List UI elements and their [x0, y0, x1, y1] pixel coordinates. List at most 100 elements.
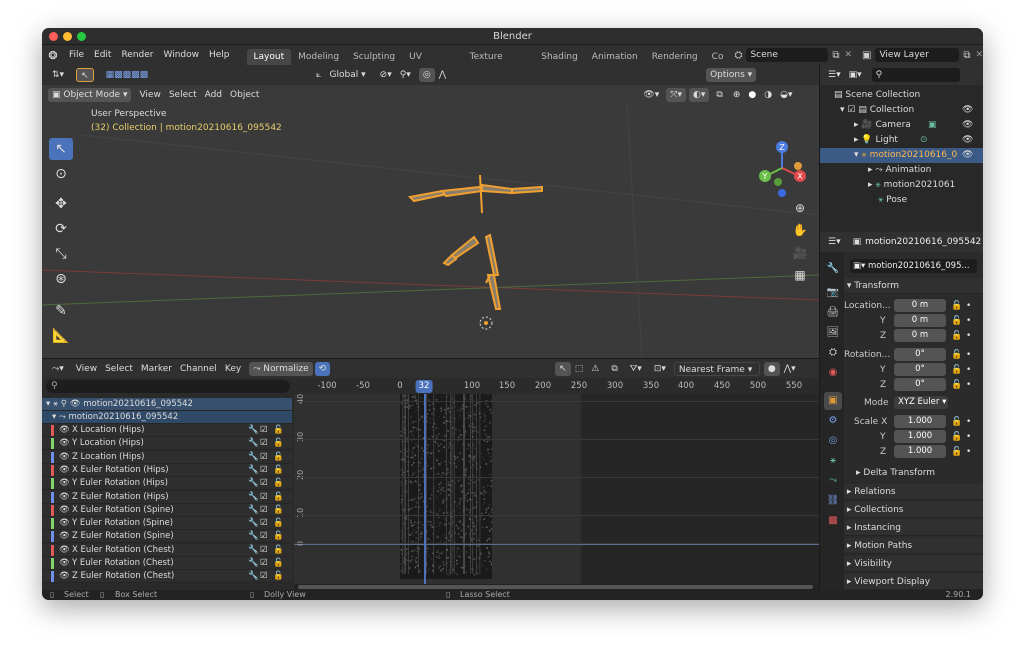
- lock-icon[interactable]: 🔓: [951, 378, 962, 392]
- lock-icon[interactable]: 🔓: [273, 504, 284, 517]
- mute-checkbox-icon[interactable]: ☑: [260, 504, 268, 517]
- orientation-icon[interactable]: ⟀: [312, 68, 325, 82]
- rotation-mode-dropdown[interactable]: XYZ Euler ▾: [894, 396, 948, 409]
- modifier-icon[interactable]: 🔧: [248, 544, 259, 557]
- outliner-item-collection[interactable]: ▾ ☑ ▤ Collection 👁: [820, 103, 983, 118]
- tool-cursor[interactable]: ⊙: [49, 163, 73, 185]
- only-selected-icon[interactable]: ↖: [555, 361, 571, 376]
- lock-icon[interactable]: 🔓: [273, 491, 284, 504]
- lock-icon[interactable]: 🔓: [951, 314, 962, 328]
- outliner-type-icon[interactable]: ☰▾: [824, 68, 845, 82]
- view-layer-icon[interactable]: ▣: [862, 50, 871, 61]
- lock-icon[interactable]: 🔓: [273, 544, 284, 557]
- tab-shading[interactable]: Shading: [534, 49, 585, 65]
- channel-row[interactable]: 👁 Z Euler Rotation (Hips) 🔧 ☑ 🔓: [42, 490, 292, 504]
- visibility-icon[interactable]: 👁▾: [639, 88, 663, 102]
- lock-icon[interactable]: 🔓: [273, 477, 284, 490]
- view-layer-tab-icon[interactable]: 🖼: [824, 324, 842, 342]
- tab-layout[interactable]: Layout: [246, 49, 292, 65]
- texture-tab-icon[interactable]: ▩: [824, 512, 842, 530]
- remove-view-layer-icon[interactable]: ✕: [975, 50, 983, 60]
- lock-icon[interactable]: 🔓: [273, 464, 284, 477]
- eye-icon[interactable]: 👁: [59, 570, 70, 583]
- show-hidden-icon[interactable]: ⬚: [571, 362, 588, 376]
- eye-icon[interactable]: 👁: [59, 530, 70, 543]
- auto-normalize-icon[interactable]: ⟲: [314, 361, 331, 376]
- eye-icon[interactable]: 👁: [962, 148, 973, 163]
- tool-annotate[interactable]: ✎: [49, 300, 73, 322]
- tool-transform[interactable]: ⊛: [49, 268, 73, 290]
- lock-icon[interactable]: 🔓: [273, 451, 284, 464]
- shading-solid-icon[interactable]: ●: [744, 88, 760, 102]
- outliner-item-armature[interactable]: ▾ ⚹ motion20210616_0 👁: [820, 148, 983, 163]
- modifier-icon[interactable]: 🔧: [248, 504, 259, 517]
- mute-checkbox-icon[interactable]: ☑: [260, 437, 268, 450]
- eye-icon[interactable]: 👁: [59, 544, 70, 557]
- proportional-edit-icon[interactable]: ◎: [418, 68, 435, 82]
- mute-checkbox-icon[interactable]: ☑: [260, 517, 268, 530]
- snap-mode-dropdown[interactable]: Nearest Frame ▾: [673, 361, 760, 376]
- lock-icon[interactable]: 🔓: [951, 415, 962, 429]
- lock-icon[interactable]: 🔓: [273, 530, 284, 543]
- graph-editor[interactable]: ⤳▾ View Select Marker Channel Key ⤳ Norm…: [42, 358, 819, 590]
- visibility-panel-header[interactable]: ▸ Visibility: [844, 556, 983, 572]
- remove-scene-icon[interactable]: ✕: [844, 50, 852, 60]
- channel-row[interactable]: 👁 Y Euler Rotation (Chest) 🔧 ☑ 🔓: [42, 557, 292, 570]
- select-mode-icon[interactable]: ↖: [76, 68, 94, 82]
- mute-checkbox-icon[interactable]: ☑: [260, 557, 268, 570]
- motion-paths-panel-header[interactable]: ▸ Motion Paths: [844, 538, 983, 554]
- tab-compositing[interactable]: Co: [705, 49, 731, 65]
- object-name-field[interactable]: ▣▾ motion20210616_095...: [850, 259, 977, 273]
- constraint-tab-icon[interactable]: ⛓: [824, 492, 842, 510]
- eye-icon[interactable]: 👁: [59, 437, 70, 450]
- graph-area[interactable]: 403020100: [294, 394, 819, 584]
- eye-icon[interactable]: 👁: [59, 491, 70, 504]
- light-data-icon[interactable]: ⊙: [920, 133, 928, 148]
- minimize-window-button[interactable]: [63, 32, 72, 41]
- lock-icon[interactable]: 🔓: [951, 445, 962, 459]
- transform-panel-header[interactable]: ▾ Transform: [844, 278, 983, 294]
- proportional-falloff-icon[interactable]: ⋀▾: [780, 362, 800, 376]
- snap-icon[interactable]: ⚲▾: [396, 68, 415, 82]
- lock-icon[interactable]: 🔓: [273, 424, 284, 437]
- object-mode-dropdown[interactable]: ▣ Object Mode ▾: [48, 88, 132, 102]
- menu-render[interactable]: Render: [116, 45, 158, 65]
- scene-name-field[interactable]: Scene: [746, 48, 829, 62]
- viewport-menu-add[interactable]: Add: [201, 88, 226, 102]
- current-frame-indicator[interactable]: 32: [415, 380, 433, 393]
- channel-row[interactable]: 👁 Y Euler Rotation (Hips) 🔧 ☑ 🔓: [42, 477, 292, 491]
- tab-uv-editing[interactable]: UV Editing: [402, 49, 463, 78]
- mute-checkbox-icon[interactable]: ☑: [260, 544, 268, 557]
- zoom-view-icon[interactable]: ⊕: [790, 198, 810, 218]
- lock-icon[interactable]: 🔓: [951, 329, 962, 343]
- gizmo-neg-z-icon[interactable]: [778, 189, 786, 197]
- modifier-icon[interactable]: 🔧: [248, 570, 259, 583]
- location-z-field[interactable]: 0 m: [894, 329, 946, 342]
- perspective-toggle-icon[interactable]: ▦: [790, 265, 810, 285]
- graph-menu-marker[interactable]: Marker: [137, 362, 176, 376]
- channel-row[interactable]: 👁 Y Location (Hips) 🔧 ☑ 🔓: [42, 437, 292, 451]
- eye-icon[interactable]: 👁: [962, 118, 973, 133]
- menu-file[interactable]: File: [64, 45, 89, 65]
- eye-icon[interactable]: 👁: [59, 517, 70, 530]
- outliner[interactable]: ☰▾ ▣▾ ⚲ ▤ Scene Collection ▾ ☑ ▤ Collect…: [819, 65, 983, 232]
- tool-measure[interactable]: 📐: [49, 325, 73, 347]
- gizmo-neg-y-icon[interactable]: [774, 178, 782, 186]
- channel-row[interactable]: 👁 Y Euler Rotation (Spine) 🔧 ☑ 🔓: [42, 517, 292, 531]
- channel-search-input[interactable]: ⚲: [46, 380, 290, 393]
- bone-tab-icon[interactable]: ⤳: [824, 472, 842, 490]
- modifier-icon[interactable]: 🔧: [248, 464, 259, 477]
- object-data-tab-icon[interactable]: ⚹: [824, 452, 842, 470]
- gizmo-neg-x-icon[interactable]: [794, 162, 802, 170]
- editor-type-icon[interactable]: ⇅▾: [48, 68, 68, 82]
- properties-type-icon[interactable]: ☰▾: [824, 235, 845, 249]
- graph-editor-type-icon[interactable]: ⤳▾: [48, 362, 68, 376]
- eye-icon[interactable]: 👁: [59, 424, 70, 437]
- proportional-icon[interactable]: ●: [763, 361, 780, 376]
- object-tab-icon[interactable]: ▣: [824, 392, 842, 410]
- viewport-menu-object[interactable]: Object: [226, 88, 263, 102]
- mute-checkbox-icon[interactable]: ☑: [260, 451, 268, 464]
- overlay-toggle-icon[interactable]: ◐▾: [689, 88, 710, 102]
- location-x-field[interactable]: 0 m: [894, 299, 946, 312]
- instancing-panel-header[interactable]: ▸ Instancing: [844, 520, 983, 536]
